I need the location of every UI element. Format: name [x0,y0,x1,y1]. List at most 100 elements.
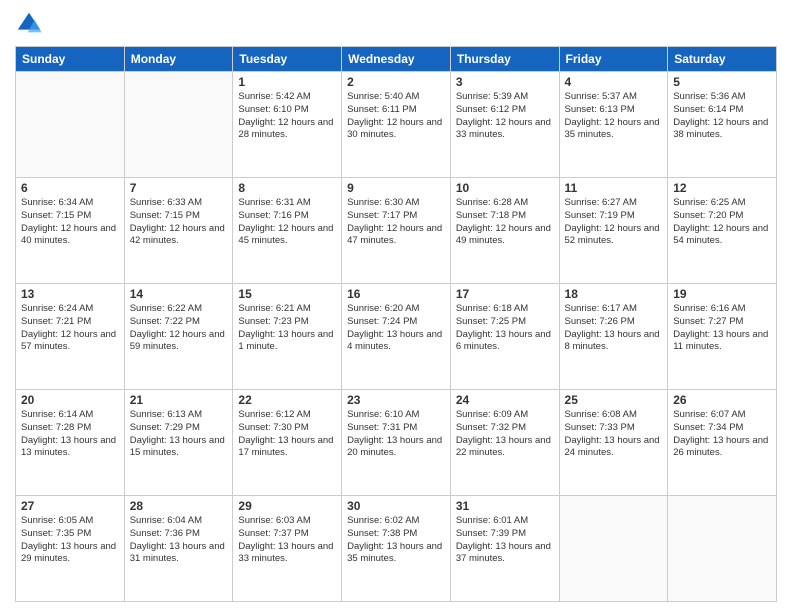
day-number: 3 [456,75,554,89]
day-detail: Sunrise: 6:24 AM Sunset: 7:21 PM Dayligh… [21,303,119,354]
day-detail: Sunrise: 6:13 AM Sunset: 7:29 PM Dayligh… [130,409,228,460]
logo-icon [15,10,43,38]
day-detail: Sunrise: 6:20 AM Sunset: 7:24 PM Dayligh… [347,303,445,354]
day-detail: Sunrise: 6:10 AM Sunset: 7:31 PM Dayligh… [347,409,445,460]
calendar-cell [124,72,233,178]
day-number: 24 [456,393,554,407]
day-number: 21 [130,393,228,407]
calendar-cell: 25 Sunrise: 6:08 AM Sunset: 7:33 PM Dayli… [559,390,668,496]
day-detail: Sunrise: 6:01 AM Sunset: 7:39 PM Dayligh… [456,515,554,566]
day-number: 31 [456,499,554,513]
day-detail: Sunrise: 5:42 AM Sunset: 6:10 PM Dayligh… [238,91,336,142]
calendar-cell: 5Sunrise: 5:36 AM Sunset: 6:14 PM Daylig… [668,72,777,178]
day-detail: Sunrise: 5:36 AM Sunset: 6:14 PM Dayligh… [673,91,771,142]
day-detail: Sunrise: 6:12 AM Sunset: 7:30 PM Dayligh… [238,409,336,460]
day-number: 29 [238,499,336,513]
day-number: 8 [238,181,336,195]
day-number: 12 [673,181,771,195]
week-row-2: 13 Sunrise: 6:24 AM Sunset: 7:21 PM Dayli… [16,284,777,390]
day-number: 10 [456,181,554,195]
day-number: 30 [347,499,445,513]
week-row-0: 1Sunrise: 5:42 AM Sunset: 6:10 PM Daylig… [16,72,777,178]
day-header-monday: Monday [124,47,233,72]
day-number: 19 [673,287,771,301]
calendar-cell [559,496,668,602]
calendar-cell: 9 Sunrise: 6:30 AM Sunset: 7:17 PM Daylig… [342,178,451,284]
day-detail: Sunrise: 6:07 AM Sunset: 7:34 PM Dayligh… [673,409,771,460]
day-detail: Sunrise: 6:28 AM Sunset: 7:18 PM Dayligh… [456,197,554,248]
day-header-sunday: Sunday [16,47,125,72]
day-detail: Sunrise: 6:05 AM Sunset: 7:35 PM Dayligh… [21,515,119,566]
calendar-cell: 27 Sunrise: 6:05 AM Sunset: 7:35 PM Dayli… [16,496,125,602]
calendar-cell: 6 Sunrise: 6:34 AM Sunset: 7:15 PM Daylig… [16,178,125,284]
calendar-cell: 2 Sunrise: 5:40 AM Sunset: 6:11 PM Daylig… [342,72,451,178]
calendar-cell: 21 Sunrise: 6:13 AM Sunset: 7:29 PM Dayli… [124,390,233,496]
calendar-cell: 16 Sunrise: 6:20 AM Sunset: 7:24 PM Dayli… [342,284,451,390]
day-detail: Sunrise: 6:18 AM Sunset: 7:25 PM Dayligh… [456,303,554,354]
day-number: 16 [347,287,445,301]
calendar-cell: 19 Sunrise: 6:16 AM Sunset: 7:27 PM Dayli… [668,284,777,390]
day-detail: Sunrise: 6:30 AM Sunset: 7:17 PM Dayligh… [347,197,445,248]
calendar-cell: 3 Sunrise: 5:39 AM Sunset: 6:12 PM Daylig… [450,72,559,178]
day-header-wednesday: Wednesday [342,47,451,72]
day-number: 14 [130,287,228,301]
day-detail: Sunrise: 6:21 AM Sunset: 7:23 PM Dayligh… [238,303,336,354]
day-number: 15 [238,287,336,301]
calendar-cell: 23 Sunrise: 6:10 AM Sunset: 7:31 PM Dayli… [342,390,451,496]
day-number: 7 [130,181,228,195]
day-number: 2 [347,75,445,89]
day-number: 22 [238,393,336,407]
calendar-cell: 14 Sunrise: 6:22 AM Sunset: 7:22 PM Dayli… [124,284,233,390]
day-number: 18 [565,287,663,301]
calendar-cell: 10 Sunrise: 6:28 AM Sunset: 7:18 PM Dayli… [450,178,559,284]
calendar-cell: 13 Sunrise: 6:24 AM Sunset: 7:21 PM Dayli… [16,284,125,390]
day-detail: Sunrise: 5:40 AM Sunset: 6:11 PM Dayligh… [347,91,445,142]
calendar-cell: 8 Sunrise: 6:31 AM Sunset: 7:16 PM Daylig… [233,178,342,284]
day-detail: Sunrise: 5:37 AM Sunset: 6:13 PM Dayligh… [565,91,663,142]
day-number: 9 [347,181,445,195]
calendar: SundayMondayTuesdayWednesdayThursdayFrid… [15,46,777,602]
calendar-cell: 20 Sunrise: 6:14 AM Sunset: 7:28 PM Dayli… [16,390,125,496]
day-header-thursday: Thursday [450,47,559,72]
calendar-cell: 12 Sunrise: 6:25 AM Sunset: 7:20 PM Dayli… [668,178,777,284]
calendar-body: 1Sunrise: 5:42 AM Sunset: 6:10 PM Daylig… [16,72,777,602]
day-detail: Sunrise: 6:31 AM Sunset: 7:16 PM Dayligh… [238,197,336,248]
calendar-cell: 4 Sunrise: 5:37 AM Sunset: 6:13 PM Daylig… [559,72,668,178]
day-number: 25 [565,393,663,407]
calendar-cell: 29 Sunrise: 6:03 AM Sunset: 7:37 PM Dayli… [233,496,342,602]
day-detail: Sunrise: 6:03 AM Sunset: 7:37 PM Dayligh… [238,515,336,566]
day-number: 13 [21,287,119,301]
calendar-header: SundayMondayTuesdayWednesdayThursdayFrid… [16,47,777,72]
day-detail: Sunrise: 6:25 AM Sunset: 7:20 PM Dayligh… [673,197,771,248]
calendar-cell: 28Sunrise: 6:04 AM Sunset: 7:36 PM Dayli… [124,496,233,602]
day-number: 26 [673,393,771,407]
calendar-cell: 11Sunrise: 6:27 AM Sunset: 7:19 PM Dayli… [559,178,668,284]
day-detail: Sunrise: 6:08 AM Sunset: 7:33 PM Dayligh… [565,409,663,460]
calendar-cell: 1Sunrise: 5:42 AM Sunset: 6:10 PM Daylig… [233,72,342,178]
header [15,10,777,38]
week-row-3: 20 Sunrise: 6:14 AM Sunset: 7:28 PM Dayli… [16,390,777,496]
day-detail: Sunrise: 6:17 AM Sunset: 7:26 PM Dayligh… [565,303,663,354]
day-number: 23 [347,393,445,407]
day-header-friday: Friday [559,47,668,72]
calendar-cell: 18 Sunrise: 6:17 AM Sunset: 7:26 PM Dayli… [559,284,668,390]
calendar-cell [16,72,125,178]
day-number: 28 [130,499,228,513]
calendar-cell: 7 Sunrise: 6:33 AM Sunset: 7:15 PM Daylig… [124,178,233,284]
day-number: 20 [21,393,119,407]
day-detail: Sunrise: 6:14 AM Sunset: 7:28 PM Dayligh… [21,409,119,460]
calendar-cell: 31 Sunrise: 6:01 AM Sunset: 7:39 PM Dayli… [450,496,559,602]
day-detail: Sunrise: 6:09 AM Sunset: 7:32 PM Dayligh… [456,409,554,460]
day-number: 6 [21,181,119,195]
day-detail: Sunrise: 6:16 AM Sunset: 7:27 PM Dayligh… [673,303,771,354]
day-number: 17 [456,287,554,301]
day-detail: Sunrise: 6:22 AM Sunset: 7:22 PM Dayligh… [130,303,228,354]
day-number: 27 [21,499,119,513]
page: SundayMondayTuesdayWednesdayThursdayFrid… [0,0,792,612]
day-detail: Sunrise: 5:39 AM Sunset: 6:12 PM Dayligh… [456,91,554,142]
logo [15,10,47,38]
day-detail: Sunrise: 6:33 AM Sunset: 7:15 PM Dayligh… [130,197,228,248]
day-detail: Sunrise: 6:34 AM Sunset: 7:15 PM Dayligh… [21,197,119,248]
calendar-cell: 15 Sunrise: 6:21 AM Sunset: 7:23 PM Dayli… [233,284,342,390]
day-number: 4 [565,75,663,89]
